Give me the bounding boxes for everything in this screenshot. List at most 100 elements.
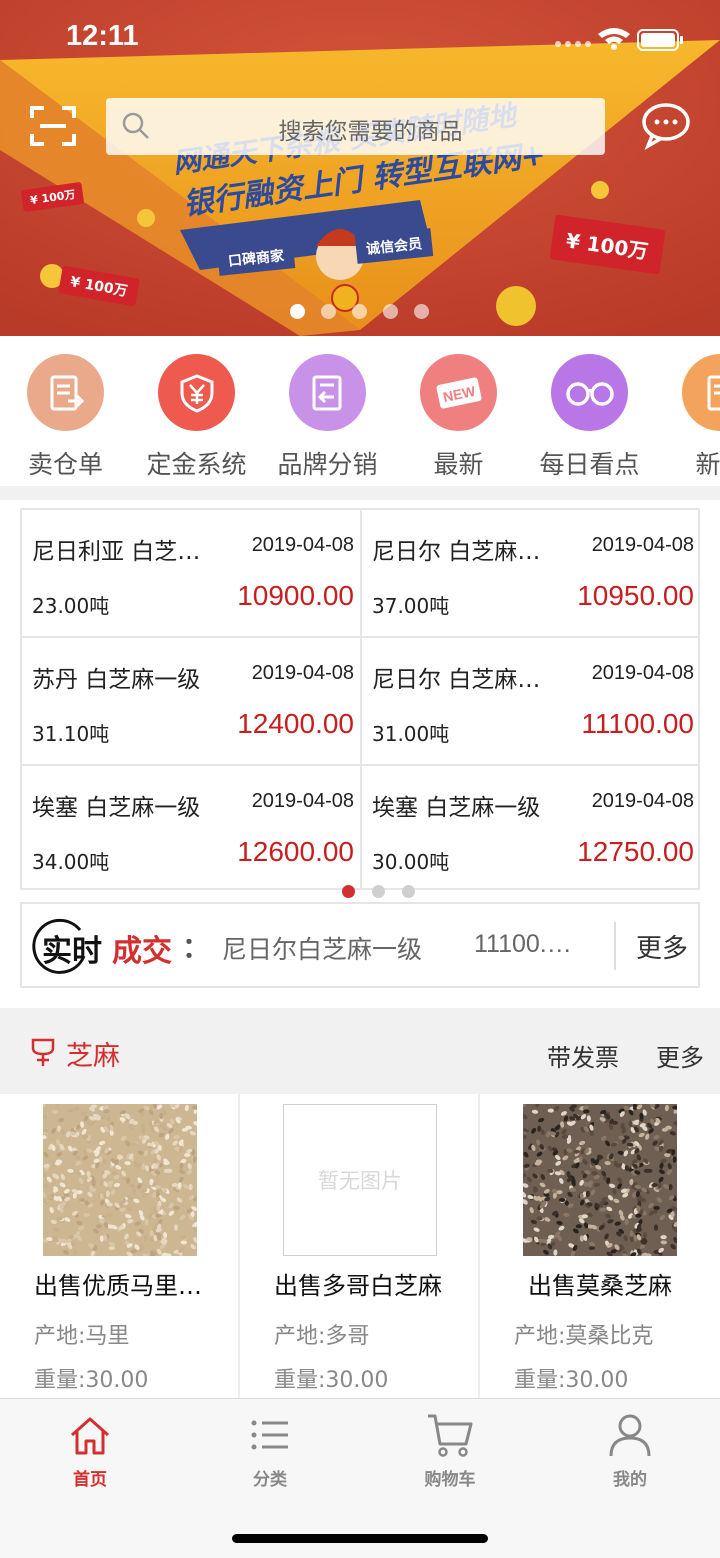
price-item-quantity: 37.00吨 — [372, 594, 450, 618]
search-input[interactable]: 搜索您需要的商品 — [106, 98, 605, 155]
tab-label: 首页 — [73, 1470, 107, 1490]
product-image — [43, 1104, 197, 1256]
status-bar: 12:11 — [0, 0, 720, 80]
price-item-date: 2019-04-08 — [251, 662, 354, 684]
price-item-name: 尼日尔 白芝麻一级 — [372, 667, 562, 693]
tab-label: 分类 — [253, 1470, 287, 1490]
quick-nav-item-brand-distribution[interactable]: 品牌分销 — [262, 354, 393, 481]
news-icon — [682, 354, 720, 431]
price-item-name: 埃塞 白芝麻一级 — [32, 795, 201, 821]
price-item[interactable]: 尼日尔 白芝麻一级 2019-04-08 31.00吨 11100.00 — [362, 638, 698, 766]
message-icon[interactable] — [640, 100, 692, 151]
price-item-price: 12600.00 — [237, 836, 354, 867]
quick-nav-label: 定金系统 — [146, 450, 247, 479]
product-name: 出售莫桑芝麻 — [528, 1272, 672, 1300]
price-item[interactable]: 尼日尔 白芝麻一级 2019-04-08 37.00吨 10950.00 — [362, 510, 698, 638]
tab-category[interactable]: 分类 — [210, 1411, 330, 1490]
price-list-pager[interactable] — [342, 885, 415, 898]
document-export-icon — [27, 354, 104, 431]
document-import-icon — [289, 354, 366, 431]
product-origin: 产地:多哥 — [274, 1324, 370, 1349]
search-placeholder: 搜索您需要的商品 — [278, 119, 463, 145]
price-item[interactable]: 埃塞 白芝麻一级 2019-04-08 34.00吨 12600.00 — [22, 766, 362, 888]
tab-home[interactable]: 首页 — [30, 1411, 150, 1490]
price-item-name: 尼日尔 白芝麻一级 — [372, 539, 562, 565]
price-item-name: 苏丹 白芝麻一级 — [32, 667, 201, 693]
new-badge-icon: NEW — [420, 354, 497, 431]
user-icon — [570, 1411, 690, 1459]
realtime-deal-more-button[interactable]: 更多 — [636, 928, 688, 965]
banner-carousel[interactable]: 网通天下杂粮 买卖随时随地 银行融资上门 转型互联网+ 口碑商家 诚信会员 ¥ … — [0, 0, 720, 336]
pager-dot[interactable] — [342, 885, 355, 898]
list-icon — [210, 1411, 330, 1459]
price-item-quantity: 23.00吨 — [32, 594, 110, 618]
category-invoice-filter[interactable]: 带发票 — [547, 1038, 619, 1073]
quick-nav-label: 最新 — [433, 450, 484, 479]
product-weight: 重量:30.00 — [514, 1368, 629, 1393]
price-item-name: 尼日利亚 白芝麻一级 — [32, 539, 222, 565]
price-item-quantity: 31.00吨 — [372, 722, 450, 746]
section-divider — [0, 486, 720, 500]
quick-nav: 卖仓单 定金系统 品牌分销 NEW 最新 每日看点 新闻 — [0, 336, 720, 486]
category-more-button[interactable]: 更多 — [656, 1038, 704, 1073]
pager-dot[interactable] — [402, 885, 415, 898]
price-item-price: 10950.00 — [577, 580, 694, 611]
quick-nav-label: 卖仓单 — [27, 450, 103, 479]
price-list-carousel[interactable]: 尼日利亚 白芝麻一级 2019-04-08 23.00吨 10900.00 尼日… — [20, 508, 700, 890]
product-card[interactable]: 出售莫桑芝麻 产地:莫桑比克 重量:30.00 — [480, 1094, 720, 1398]
pager-dot[interactable] — [372, 885, 385, 898]
price-item[interactable]: 苏丹 白芝麻一级 2019-04-08 31.10吨 12400.00 — [22, 638, 362, 766]
product-image-placeholder: 暂无图片 — [283, 1104, 437, 1256]
product-image — [523, 1104, 677, 1256]
price-item-date: 2019-04-08 — [251, 534, 354, 556]
product-origin: 产地:马里 — [34, 1324, 130, 1349]
price-item-quantity: 31.10吨 — [32, 722, 110, 746]
tab-cart[interactable]: 购物车 — [390, 1411, 510, 1490]
realtime-deal-separator — [614, 922, 616, 970]
realtime-deal-bar[interactable]: 实时 成交 ： 尼日尔白芝麻一级 11100.00 更多 — [20, 902, 700, 988]
quick-nav-item-newest[interactable]: NEW 最新 — [393, 354, 524, 481]
product-weight: 重量:30.00 — [274, 1368, 389, 1393]
price-item-price: 10900.00 — [237, 580, 354, 611]
price-item-date: 2019-04-08 — [251, 790, 354, 812]
tab-label: 我的 — [613, 1470, 647, 1490]
product-origin: 产地:莫桑比克 — [514, 1324, 654, 1349]
price-item[interactable]: 尼日利亚 白芝麻一级 2019-04-08 23.00吨 10900.00 — [22, 510, 362, 638]
banner-pager[interactable] — [290, 304, 429, 319]
scan-icon[interactable] — [30, 104, 76, 148]
quick-nav-item-daily-highlights[interactable]: 每日看点 — [524, 354, 655, 481]
pager-dot[interactable] — [352, 304, 367, 319]
product-name: 出售多哥白芝麻 — [274, 1272, 442, 1300]
quick-nav-item-news[interactable]: 新闻 — [655, 354, 720, 481]
status-time: 12:11 — [66, 20, 139, 52]
pager-dot[interactable] — [414, 304, 429, 319]
price-item-quantity: 30.00吨 — [372, 850, 450, 874]
status-icons — [554, 26, 684, 56]
product-weight: 重量:30.00 — [34, 1368, 149, 1393]
pager-dot[interactable] — [383, 304, 398, 319]
price-item-quantity: 34.00吨 — [32, 850, 110, 874]
product-card[interactable]: 暂无图片 出售多哥白芝麻 产地:多哥 重量:30.00 — [240, 1094, 480, 1398]
signal-wifi-battery-icon — [555, 28, 683, 51]
home-icon — [30, 1411, 150, 1459]
realtime-deal-title-b: 成交 — [112, 934, 172, 969]
realtime-deal-title-a: 实时 — [42, 934, 102, 969]
tab-mine[interactable]: 我的 — [570, 1411, 690, 1490]
quick-nav-label: 新闻 — [695, 450, 720, 479]
quick-nav-item-sell-warehouse-receipt[interactable]: 卖仓单 — [0, 354, 131, 481]
price-item[interactable]: 埃塞 白芝麻一级 2019-04-08 30.00吨 12750.00 — [362, 766, 698, 888]
price-item-price: 12400.00 — [237, 708, 354, 739]
pager-dot[interactable] — [321, 304, 336, 319]
tab-label: 购物车 — [424, 1470, 476, 1490]
category-title: 芝麻 — [66, 1041, 120, 1072]
quick-nav-label: 每日看点 — [539, 450, 640, 479]
price-item-date: 2019-04-08 — [591, 790, 694, 812]
product-card[interactable]: 出售优质马里白芝麻 产地:马里 重量:30.00 — [0, 1094, 240, 1398]
price-item-date: 2019-04-08 — [591, 662, 694, 684]
quick-nav-item-deposit-system[interactable]: 定金系统 — [131, 354, 262, 481]
pager-dot[interactable] — [290, 304, 305, 319]
realtime-deal-colon: ： — [182, 931, 211, 964]
realtime-deal-price: 11100.00 — [474, 930, 574, 958]
category-header: 芝麻 带发票 更多 — [0, 1008, 720, 1094]
cart-icon — [390, 1411, 510, 1459]
